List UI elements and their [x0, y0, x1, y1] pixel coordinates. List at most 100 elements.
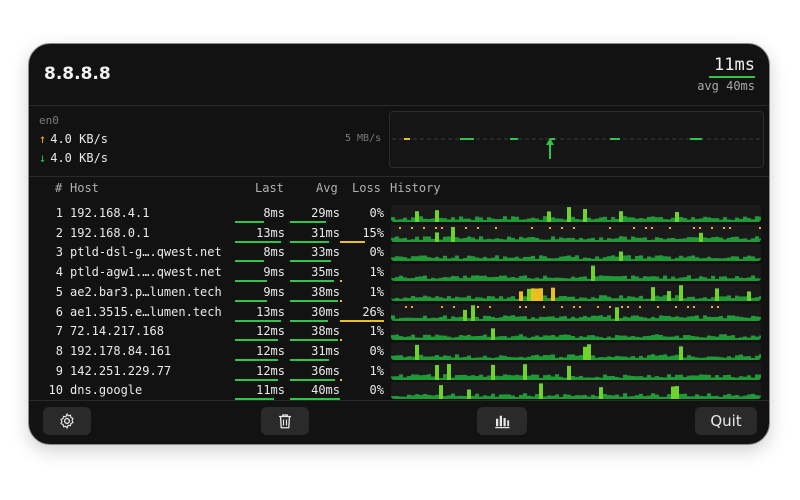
history-bar — [427, 278, 431, 282]
history-bar — [599, 217, 603, 222]
history-bar — [547, 297, 551, 301]
history-bar — [391, 237, 395, 242]
history-bar — [695, 298, 699, 301]
history-bar — [579, 336, 583, 341]
history-bar — [531, 256, 535, 262]
table-row[interactable]: 7 72.14.217.168 12ms 38ms 1% — [29, 322, 769, 342]
history-bar — [427, 219, 431, 222]
history-bar — [511, 357, 515, 360]
history-bar — [471, 336, 475, 341]
last-bar — [235, 358, 278, 361]
clear-button[interactable] — [261, 407, 309, 435]
history-bar — [607, 336, 611, 341]
history-bar — [463, 297, 467, 301]
history-bar — [395, 396, 399, 400]
history-bar — [667, 336, 671, 341]
network-graph — [389, 111, 764, 168]
table-row[interactable]: 6 ae1.3515.e…lumen.tech 13ms 30ms 26% — [29, 303, 769, 323]
history-bar — [571, 336, 575, 341]
table-row[interactable]: 10 dns.google 11ms 40ms 0% — [29, 381, 769, 401]
history-bar — [715, 218, 719, 222]
hop-index: 2 — [55, 225, 63, 240]
history-bar — [395, 375, 399, 380]
table-row[interactable]: 2 192.168.0.1 13ms 31ms 15% — [29, 224, 769, 244]
history-bar — [611, 238, 615, 242]
hop-last: 12ms — [256, 324, 285, 339]
history-bar — [715, 336, 719, 341]
history-bar — [651, 335, 655, 341]
history-bar — [407, 317, 411, 321]
hop-history-svg — [391, 284, 761, 301]
history-bar — [643, 218, 647, 222]
history-bar — [407, 239, 411, 242]
history-bar — [579, 219, 583, 222]
history-bar — [443, 297, 447, 301]
chart-toggle-button[interactable] — [477, 407, 527, 435]
history-bar — [423, 295, 427, 301]
history-bar — [567, 318, 571, 321]
history-bar — [439, 335, 443, 341]
history-bar — [403, 357, 407, 360]
table-row[interactable]: 4 ptld-agw1.….qwest.net 9ms 35ms 1% — [29, 263, 769, 283]
loss-marker — [465, 226, 467, 229]
history-bar — [479, 318, 483, 321]
table-row[interactable]: 3 ptld-dsl-g….qwest.net 8ms 33ms 0% — [29, 243, 769, 263]
table-row[interactable]: 1 192.168.4.1 8ms 29ms 0% — [29, 204, 769, 224]
history-bar — [755, 355, 759, 360]
loss-marker — [411, 226, 413, 229]
history-bar — [491, 258, 495, 262]
history-bar — [399, 355, 403, 360]
history-bar — [707, 393, 711, 400]
history-bar — [559, 397, 563, 400]
history-bar — [743, 395, 747, 400]
history-bar — [519, 258, 523, 262]
loss-bar — [340, 378, 342, 381]
history-bar — [703, 237, 707, 242]
gear-icon — [60, 413, 74, 429]
loss-marker — [627, 305, 629, 308]
history-bar — [659, 354, 663, 360]
history-bar — [451, 393, 455, 400]
table-row[interactable]: 5 ae2.bar3.p…lumen.tech 9ms 38ms 1% — [29, 283, 769, 303]
history-bar — [583, 337, 587, 341]
history-bar — [423, 374, 427, 380]
history-bar — [427, 373, 431, 380]
history-bar — [543, 374, 547, 380]
history-bar — [423, 255, 427, 262]
history-bar — [503, 314, 507, 321]
average-latency: avg 40ms — [697, 79, 755, 93]
history-bar — [467, 335, 471, 341]
history-bar — [747, 239, 751, 242]
settings-button[interactable] — [43, 407, 91, 435]
history-bar — [495, 255, 499, 262]
graph-spike — [690, 138, 702, 140]
history-bar — [687, 256, 691, 262]
history-bar — [491, 328, 495, 341]
quit-button[interactable]: Quit — [695, 407, 757, 435]
history-bar — [723, 357, 727, 360]
history-bar — [483, 257, 487, 262]
history-bar — [575, 317, 579, 321]
history-bar — [467, 295, 471, 301]
loss-marker — [639, 305, 641, 308]
hop-last: 12ms — [256, 343, 285, 358]
history-bar — [591, 219, 595, 222]
history-bar — [427, 257, 431, 262]
history-bar — [475, 257, 479, 262]
history-bar — [511, 295, 515, 301]
loss-marker — [651, 226, 653, 229]
table-row[interactable]: 9 142.251.229.77 12ms 36ms 1% — [29, 362, 769, 382]
graph-spike — [610, 138, 620, 140]
history-bar — [439, 258, 443, 262]
history-bar — [531, 374, 535, 380]
history-bar — [643, 298, 647, 301]
history-bar — [523, 363, 527, 380]
history-bar — [451, 297, 455, 301]
history-bar — [671, 259, 675, 262]
header: 8.8.8.8 11ms avg 40ms — [29, 44, 769, 106]
table-row[interactable]: 8 192.178.84.161 12ms 31ms 0% — [29, 342, 769, 362]
history-bar — [715, 288, 719, 301]
history-bar — [667, 290, 671, 301]
history-bar — [735, 256, 739, 262]
hop-history-graph — [391, 264, 761, 282]
